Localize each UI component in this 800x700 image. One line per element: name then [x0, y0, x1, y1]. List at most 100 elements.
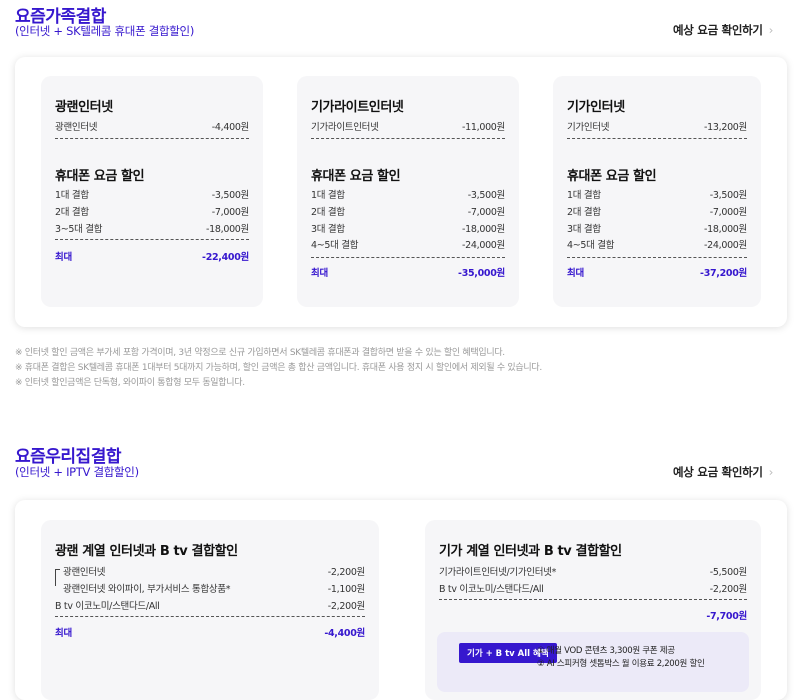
row-value: -7,000원: [467, 207, 506, 218]
card-title: 기가 계열 인터넷과 B tv 결합할인: [439, 544, 622, 559]
discount-row: B tv 이코노미/스탠다드/All -2,200원: [439, 581, 747, 597]
card-phone-title: 휴대폰 요금 할인: [55, 169, 145, 184]
row-label: 1대 결합: [311, 190, 345, 201]
row-label: 3대 결합: [567, 224, 601, 235]
home-calc-link-label: 예상 요금 확인하기: [673, 465, 763, 479]
row-label: 기가인터넷: [567, 122, 610, 133]
phone-row: 2대 결합 -7,000원: [55, 204, 249, 220]
row-value: -18,000원: [703, 224, 747, 235]
phone-row: 4~5대 결합 -24,000원: [567, 237, 747, 253]
max-value: -4,400원: [324, 628, 365, 639]
row-value: -18,000원: [205, 224, 249, 235]
divider: [55, 138, 249, 139]
row-value: -13,200원: [703, 122, 747, 133]
phone-row: 3대 결합 -18,000원: [311, 221, 505, 237]
divider: [567, 257, 747, 258]
row-value: -3,500원: [709, 190, 748, 201]
family-card-fiber: 광랜인터넷 광랜인터넷 -4,400원 휴대폰 요금 할인 1대 결합 -3,500…: [41, 76, 263, 307]
max-value: -35,000원: [458, 268, 505, 279]
max-label: 최대: [55, 252, 72, 263]
internet-discount-row: 기가인터넷 -13,200원: [567, 119, 747, 135]
row-label: 1대 결합: [55, 190, 89, 201]
discount-row: 광랜인터넷 -2,200원: [55, 564, 366, 586]
home-card-giga: 기가 계열 인터넷과 B tv 결합할인 기가라이트인터넷/기가인터넷* -5,5…: [425, 520, 761, 700]
phone-row: 1대 결합 -3,500원: [311, 187, 505, 203]
row-value: -7,000원: [709, 207, 748, 218]
discount-row: 광랜인터넷 와이파이, 부가서비스 통합상품* -1,100원: [55, 581, 365, 597]
row-label: 광랜인터넷: [63, 567, 106, 578]
family-card-giga-lite: 기가라이트인터넷 기가라이트인터넷 -11,000원 휴대폰 요금 할인 1대 결…: [297, 76, 519, 307]
row-value: -24,000원: [703, 240, 747, 251]
benefit-item: ② AI 스피커형 셋톱박스 월 이용료 2,200원 할인: [537, 659, 705, 669]
row-value: -3,500원: [211, 190, 250, 201]
row-label: 4~5대 결합: [311, 240, 359, 251]
row-value: -2,200원: [327, 601, 366, 612]
row-label: 기가라이트인터넷/기가인터넷*: [439, 567, 557, 578]
row-label: 1대 결합: [567, 190, 601, 201]
row-value: -11,000원: [461, 122, 505, 133]
card-title: 광랜 계열 인터넷과 B tv 결합할인: [55, 544, 238, 559]
benefit-box: 기가 + B tv All 혜택 ① 매월 VOD 콘텐츠 3,300원 쿠폰 …: [437, 632, 749, 692]
card-internet-title: 광랜인터넷: [55, 100, 113, 115]
row-label: B tv 이코노미/스탠다드/All: [55, 601, 160, 612]
row-value: -3,500원: [467, 190, 506, 201]
divider: [55, 616, 365, 617]
row-label: 광랜인터넷: [55, 122, 98, 133]
family-discount-panel: 광랜인터넷 광랜인터넷 -4,400원 휴대폰 요금 할인 1대 결합 -3,500…: [15, 57, 787, 327]
benefit-item: ① 매월 VOD 콘텐츠 3,300원 쿠폰 제공: [537, 646, 675, 656]
row-value: -24,000원: [461, 240, 505, 251]
row-label: 2대 결합: [311, 207, 345, 218]
family-calc-link[interactable]: 예상 요금 확인하기 ›: [673, 22, 773, 38]
row-label: 광랜인터넷 와이파이, 부가서비스 통합상품*: [63, 584, 231, 595]
chevron-right-icon: ›: [768, 465, 774, 479]
family-card-giga: 기가인터넷 기가인터넷 -13,200원 휴대폰 요금 할인 1대 결합 -3,50…: [553, 76, 761, 307]
divider: [567, 138, 747, 139]
note-item: ※ 휴대폰 결합은 SK텔레콤 휴대폰 1대부터 5대까지 가능하며, 할인 금…: [15, 363, 542, 373]
row-value: -2,200원: [327, 567, 366, 578]
row-value: -18,000원: [461, 224, 505, 235]
row-label: 기가라이트인터넷: [311, 122, 379, 133]
row-value: -1,100원: [327, 584, 366, 595]
chevron-right-icon: ›: [768, 23, 774, 37]
row-value: -2,200원: [709, 584, 748, 595]
phone-row: 4~5대 결합 -24,000원: [311, 237, 505, 253]
divider: [311, 257, 505, 258]
discount-row: B tv 이코노미/스탠다드/All -2,200원: [55, 598, 365, 614]
divider: [311, 138, 505, 139]
card-internet-title: 기가라이트인터넷: [311, 100, 404, 115]
card-phone-title: 휴대폰 요금 할인: [311, 169, 401, 184]
home-discount-panel: 광랜 계열 인터넷과 B tv 결합할인 광랜인터넷 -2,200원 광랜인터넷 …: [15, 500, 787, 700]
phone-row: 3~5대 결합 -18,000원: [55, 221, 249, 237]
phone-row: 1대 결합 -3,500원: [567, 187, 747, 203]
divider: [439, 599, 747, 600]
home-card-fiber: 광랜 계열 인터넷과 B tv 결합할인 광랜인터넷 -2,200원 광랜인터넷 …: [41, 520, 379, 700]
divider: [55, 239, 249, 240]
discount-row: 기가라이트인터넷/기가인터넷* -5,500원: [439, 564, 747, 580]
card-internet-title: 기가인터넷: [567, 100, 625, 115]
row-label: 2대 결합: [567, 207, 601, 218]
row-label: 3대 결합: [311, 224, 345, 235]
home-section-subtitle: (인터넷 + IPTV 결합할인): [15, 465, 139, 479]
row-label: 3~5대 결합: [55, 224, 103, 235]
max-label: 최대: [311, 268, 328, 279]
internet-discount-row: 기가라이트인터넷 -11,000원: [311, 119, 505, 135]
row-value: -4,400원: [211, 122, 250, 133]
row-label: 2대 결합: [55, 207, 89, 218]
phone-row: 1대 결합 -3,500원: [55, 187, 249, 203]
row-value: -5,500원: [709, 567, 748, 578]
home-calc-link[interactable]: 예상 요금 확인하기 ›: [673, 464, 773, 480]
total-value: -7,700원: [706, 611, 747, 622]
row-label: B tv 이코노미/스탠다드/All: [439, 584, 544, 595]
max-value: -22,400원: [202, 252, 249, 263]
family-notes: ※ 인터넷 할인 금액은 부가세 포함 가격이며, 3년 약정으로 신규 가입하…: [15, 346, 542, 391]
phone-row: 3대 결합 -18,000원: [567, 221, 747, 237]
max-label: 최대: [567, 268, 584, 279]
max-value: -37,200원: [700, 268, 747, 279]
phone-row: 2대 결합 -7,000원: [311, 204, 505, 220]
max-label: 최대: [55, 628, 72, 639]
row-value: -7,000원: [211, 207, 250, 218]
note-item: ※ 인터넷 할인금액은 단독형, 와이파이 통합형 모두 동일합니다.: [15, 378, 245, 388]
card-phone-title: 휴대폰 요금 할인: [567, 169, 657, 184]
note-item: ※ 인터넷 할인 금액은 부가세 포함 가격이며, 3년 약정으로 신규 가입하…: [15, 348, 505, 358]
phone-row: 2대 결합 -7,000원: [567, 204, 747, 220]
